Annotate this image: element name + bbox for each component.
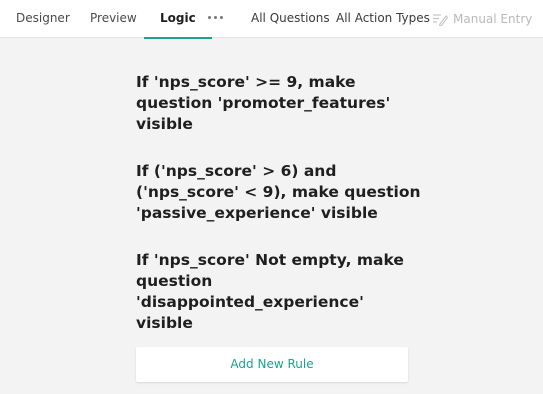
all-questions-filter[interactable]: All Questions — [251, 0, 330, 38]
logic-rules-list: If 'nps_score' >= 9, make question 'prom… — [136, 72, 426, 360]
more-options-icon[interactable] — [206, 9, 224, 25]
tab-designer[interactable]: Designer — [16, 0, 70, 38]
tab-preview[interactable]: Preview — [90, 0, 137, 38]
logic-rule[interactable]: If ('nps_score' > 6) and ('nps_score' < … — [136, 161, 426, 224]
edit-note-icon — [432, 12, 448, 26]
top-navigation-bar: Designer Preview Logic All Questions All… — [0, 0, 543, 39]
tab-logic[interactable]: Logic — [144, 0, 212, 39]
manual-entry-label: Manual Entry — [453, 12, 533, 26]
logic-rule[interactable]: If 'nps_score' Not empty, make question … — [136, 250, 426, 334]
add-new-rule-button[interactable]: Add New Rule — [136, 347, 408, 382]
logic-rule[interactable]: If 'nps_score' >= 9, make question 'prom… — [136, 72, 426, 135]
manual-entry-button[interactable]: Manual Entry — [432, 0, 532, 38]
all-action-types-filter[interactable]: All Action Types — [336, 0, 430, 38]
